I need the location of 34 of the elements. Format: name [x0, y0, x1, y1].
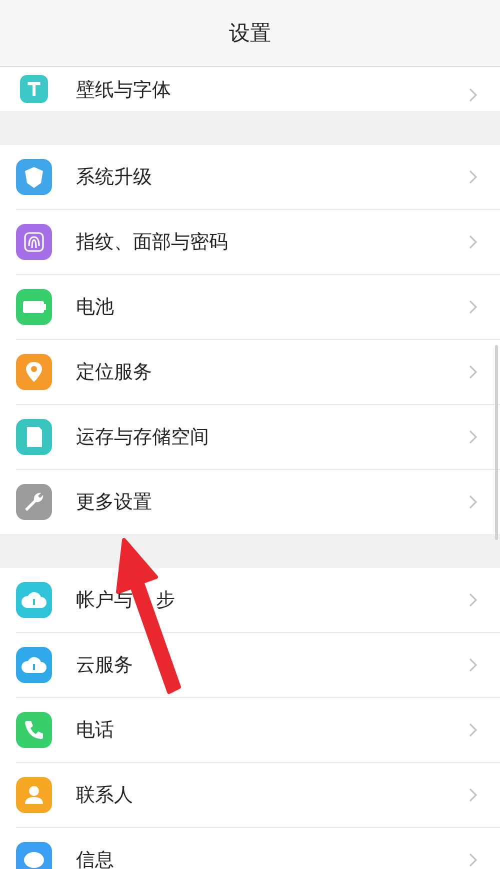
settings-item[interactable]: 电池: [16, 275, 500, 340]
item-label: 更多设置: [76, 490, 153, 515]
chevron-icon: [468, 657, 478, 673]
settings-item[interactable]: 定位服务: [16, 340, 500, 405]
item-label: 联系人: [76, 783, 134, 808]
item-label: 定位服务: [76, 360, 153, 385]
item-label: 运存与存储空间: [76, 425, 210, 450]
item-label: 电话: [76, 718, 115, 743]
settings-item[interactable]: 指纹、面部与密码: [16, 210, 500, 275]
chevron-icon: [468, 364, 478, 380]
settings-item[interactable]: 更多设置: [16, 470, 500, 534]
item-label: 云服务: [76, 653, 134, 678]
settings-item[interactable]: 信息: [16, 828, 500, 869]
item-label: 指纹、面部与密码: [76, 230, 229, 255]
chevron-icon: [468, 592, 478, 608]
chevron-icon: [468, 234, 478, 250]
settings-item[interactable]: 系统升级: [16, 145, 500, 210]
settings-item[interactable]: 联系人: [16, 763, 500, 828]
item-label: 步: [156, 588, 175, 613]
item-label: 系统升级: [76, 165, 153, 190]
chevron-icon: [468, 787, 478, 803]
chevron-icon: [468, 852, 478, 868]
screen-title: 设置: [229, 20, 271, 47]
chevron-icon: [468, 87, 478, 103]
settings-item[interactable]: 电话: [16, 698, 500, 763]
item-label: 信息: [76, 848, 115, 869]
chevron-icon: [468, 169, 478, 185]
settings-item[interactable]: 运存与存储空间: [16, 405, 500, 470]
item-label: 电池: [76, 295, 115, 320]
chevron-icon: [468, 722, 478, 738]
chevron-icon: [468, 494, 478, 510]
item-label: 壁纸与字体: [76, 78, 172, 103]
chevron-icon: [468, 429, 478, 445]
chevron-icon: [468, 299, 478, 315]
